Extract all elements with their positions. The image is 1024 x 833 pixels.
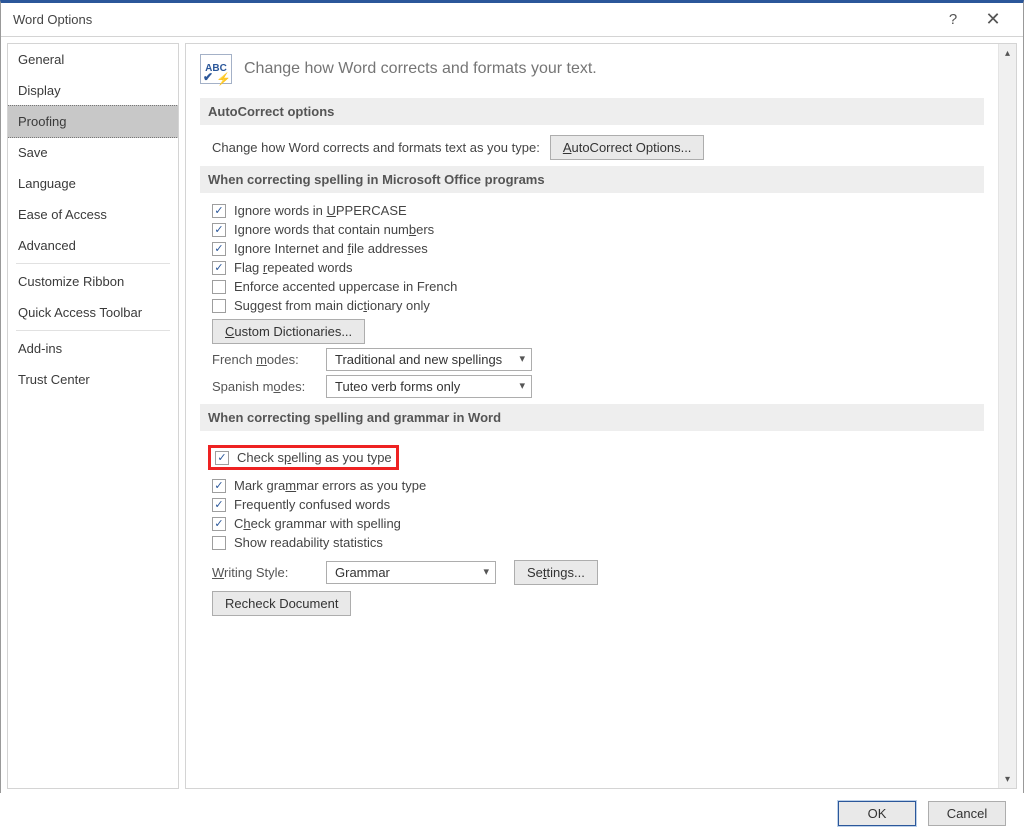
autocorrect-desc: Change how Word corrects and formats tex… [212,140,540,155]
scroll-up-icon[interactable]: ▴ [999,44,1017,62]
checkbox-icon [212,280,226,294]
autocorrect-options-button[interactable]: AutoCorrect Options... [550,135,705,160]
sidebar-item-addins[interactable]: Add-ins [8,333,178,364]
proofing-icon: ABC ✔ ⚡ [200,54,232,84]
checkbox-icon: ✓ [212,479,226,493]
check-confused-words[interactable]: ✓ Frequently confused words [212,497,984,512]
sidebar-item-proofing[interactable]: Proofing [7,105,179,138]
ok-button[interactable]: OK [838,801,916,826]
window-title: Word Options [11,12,933,27]
section-spell-office-title: When correcting spelling in Microsoft Of… [200,166,984,193]
highlighted-option: ✓ Check spelling as you type [208,445,399,470]
sidebar-item-trust-center[interactable]: Trust Center [8,364,178,395]
sidebar-separator [16,330,170,331]
check-enforce-accented[interactable]: Enforce accented uppercase in French [212,279,984,294]
checkbox-icon: ✓ [212,498,226,512]
spanish-modes-label: Spanish modes: [212,379,308,394]
checkbox-icon: ✓ [212,261,226,275]
content-panel: ABC ✔ ⚡ Change how Word corrects and for… [185,43,1017,789]
check-label: Enforce accented uppercase in French [234,279,457,294]
sidebar-item-quick-access[interactable]: Quick Access Toolbar [8,297,178,328]
category-sidebar: General Display Proofing Save Language E… [7,43,179,789]
dialog-footer: OK Cancel [0,793,1024,833]
check-label: Ignore Internet and file addresses [234,241,428,256]
check-label: Frequently confused words [234,497,390,512]
checkbox-icon: ✓ [212,223,226,237]
titlebar: Word Options ? ✕ [1,3,1023,37]
sidebar-item-save[interactable]: Save [8,137,178,168]
cancel-button[interactable]: Cancel [928,801,1006,826]
recheck-row: Recheck Document [212,591,984,616]
check-label: Suggest from main dictionary only [234,298,430,313]
checkbox-icon [212,536,226,550]
check-label: Flag repeated words [234,260,353,275]
sidebar-item-ease-of-access[interactable]: Ease of Access [8,199,178,230]
french-modes-row: French modes: Traditional and new spelli… [212,348,984,371]
recheck-document-button[interactable]: Recheck Document [212,591,351,616]
french-modes-label: French modes: [212,352,308,367]
check-ignore-uppercase[interactable]: ✓ Ignore words in UPPERCASE [212,203,984,218]
scroll-down-icon[interactable]: ▾ [999,770,1017,788]
main-area: General Display Proofing Save Language E… [1,37,1023,795]
vertical-scrollbar[interactable]: ▴ ▾ [998,44,1016,788]
check-ignore-numbers[interactable]: ✓ Ignore words that contain numbers [212,222,984,237]
checkbox-icon: ✓ [212,517,226,531]
help-button[interactable]: ? [933,11,973,28]
sidebar-item-general[interactable]: General [8,44,178,75]
check-label: Check spelling as you type [237,450,392,465]
french-modes-select[interactable]: Traditional and new spellings [326,348,532,371]
spanish-modes-row: Spanish modes: Tuteo verb forms only [212,375,984,398]
writing-style-label: Writing Style: [212,565,308,580]
check-spell-as-type[interactable]: ✓ Check spelling as you type [215,450,392,465]
check-label: Show readability statistics [234,535,383,550]
sidebar-item-display[interactable]: Display [8,75,178,106]
writing-style-row: Writing Style: Grammar Settings... [212,560,984,585]
sidebar-item-customize-ribbon[interactable]: Customize Ribbon [8,266,178,297]
close-button[interactable]: ✕ [973,9,1013,30]
spanish-modes-select[interactable]: Tuteo verb forms only [326,375,532,398]
sidebar-item-language[interactable]: Language [8,168,178,199]
check-label: Mark grammar errors as you type [234,478,426,493]
check-mark-grammar[interactable]: ✓ Mark grammar errors as you type [212,478,984,493]
checkbox-icon: ✓ [212,242,226,256]
checkbox-icon: ✓ [215,451,229,465]
checkbox-icon: ✓ [212,204,226,218]
section-autocorrect-title: AutoCorrect options [200,98,984,125]
check-label: Ignore words in UPPERCASE [234,203,407,218]
check-label: Check grammar with spelling [234,516,401,531]
settings-button[interactable]: Settings... [514,560,598,585]
check-ignore-internet[interactable]: ✓ Ignore Internet and file addresses [212,241,984,256]
check-label: Ignore words that contain numbers [234,222,434,237]
checkbox-icon [212,299,226,313]
check-main-dictionary[interactable]: Suggest from main dictionary only [212,298,984,313]
check-readability[interactable]: Show readability statistics [212,535,984,550]
autocorrect-row: Change how Word corrects and formats tex… [212,135,984,160]
sidebar-separator [16,263,170,264]
page-heading: Change how Word corrects and formats you… [244,60,597,78]
content-scroll: ABC ✔ ⚡ Change how Word corrects and for… [186,44,998,788]
custom-dictionaries-button[interactable]: Custom Dictionaries... [212,319,365,344]
writing-style-select[interactable]: Grammar [326,561,496,584]
check-grammar-with-spelling[interactable]: ✓ Check grammar with spelling [212,516,984,531]
sidebar-item-advanced[interactable]: Advanced [8,230,178,261]
page-header: ABC ✔ ⚡ Change how Word corrects and for… [200,54,984,84]
check-flag-repeated[interactable]: ✓ Flag repeated words [212,260,984,275]
section-spell-word-title: When correcting spelling and grammar in … [200,404,984,431]
custom-dict-row: Custom Dictionaries... [212,319,984,344]
